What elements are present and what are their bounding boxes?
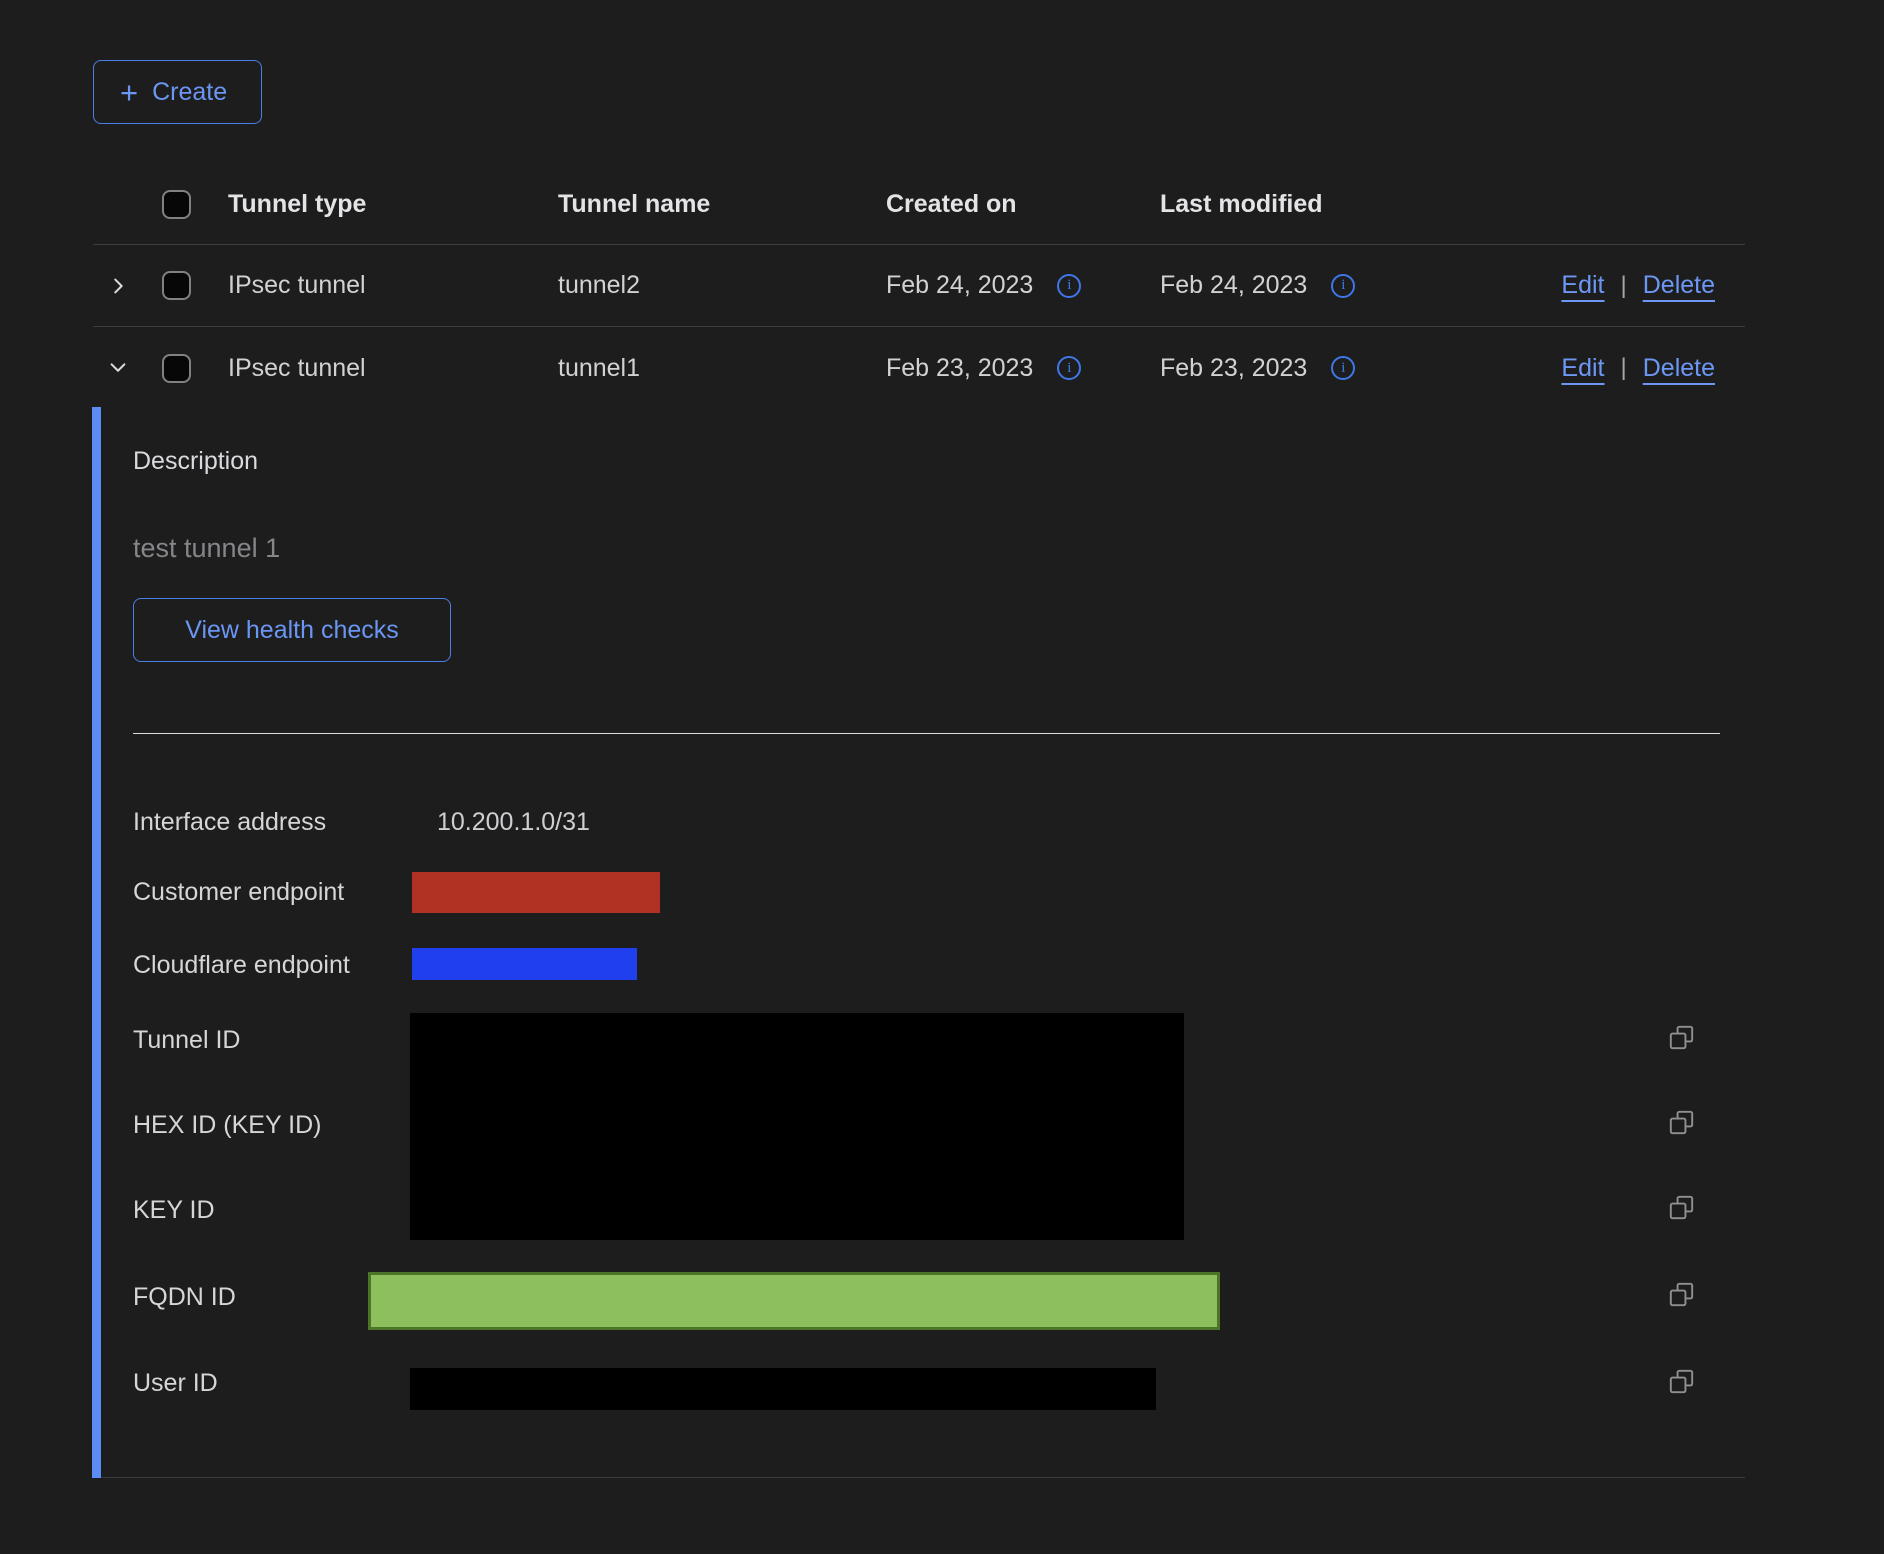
edit-link[interactable]: Edit — [1561, 354, 1604, 383]
action-separator: | — [1621, 354, 1627, 382]
interface-address-label: Interface address — [133, 807, 326, 837]
customer-endpoint-redacted-value — [412, 872, 660, 913]
copy-hex-id-button[interactable] — [1668, 1109, 1695, 1136]
copy-user-id-button[interactable] — [1668, 1368, 1695, 1395]
copy-icon — [1668, 1109, 1695, 1136]
cloudflare-endpoint-redacted-value — [412, 948, 637, 980]
tunnel-id-label: Tunnel ID — [133, 1025, 240, 1055]
cloudflare-endpoint-label: Cloudflare endpoint — [133, 950, 350, 980]
last-modified-cell: Feb 24, 2023 — [1160, 271, 1307, 300]
view-health-checks-button[interactable]: View health checks — [133, 598, 451, 662]
interface-address-value: 10.200.1.0/31 — [437, 807, 590, 837]
col-header-tunnel-type: Tunnel type — [228, 190, 558, 219]
copy-icon — [1668, 1194, 1695, 1221]
description-label: Description — [133, 447, 258, 476]
info-icon[interactable]: i — [1057, 274, 1081, 298]
chevron-down-icon — [107, 357, 129, 379]
create-button-label: Create — [152, 78, 227, 107]
col-header-last-modified: Last modified — [1160, 190, 1548, 219]
ids-redacted-value — [410, 1013, 1184, 1240]
table-row: IPsec tunnel tunnel1 Feb 23, 2023 i Feb … — [93, 327, 1745, 409]
customer-endpoint-label: Customer endpoint — [133, 877, 344, 907]
key-id-label: KEY ID — [133, 1195, 215, 1225]
created-on-cell: Feb 23, 2023 — [886, 354, 1033, 383]
table-row: IPsec tunnel tunnel2 Feb 24, 2023 i Feb … — [93, 245, 1745, 327]
description-value: test tunnel 1 — [133, 533, 280, 564]
select-all-checkbox[interactable] — [162, 190, 191, 219]
tunnel-type-cell: IPsec tunnel — [228, 271, 558, 300]
col-header-tunnel-name: Tunnel name — [558, 190, 886, 219]
created-on-cell: Feb 24, 2023 — [886, 271, 1033, 300]
hex-id-label: HEX ID (KEY ID) — [133, 1110, 321, 1140]
delete-link[interactable]: Delete — [1643, 354, 1715, 383]
action-separator: | — [1621, 272, 1627, 300]
col-header-created-on: Created on — [886, 190, 1160, 219]
row-checkbox[interactable] — [162, 354, 191, 383]
delete-link[interactable]: Delete — [1643, 271, 1715, 300]
collapse-row-button[interactable] — [105, 355, 131, 381]
user-id-label: User ID — [133, 1368, 218, 1398]
tunnels-page: + Create Tunnel type Tunnel name Created… — [0, 0, 1884, 1554]
info-icon[interactable]: i — [1331, 274, 1355, 298]
copy-icon — [1668, 1368, 1695, 1395]
tunnel-name-cell: tunnel1 — [558, 354, 886, 383]
copy-key-id-button[interactable] — [1668, 1194, 1695, 1221]
tunnel-details-panel: Description test tunnel 1 View health ch… — [93, 409, 1745, 1478]
create-button[interactable]: + Create — [93, 60, 262, 124]
chevron-right-icon — [107, 275, 129, 297]
expand-row-button[interactable] — [105, 273, 131, 299]
row-checkbox[interactable] — [162, 271, 191, 300]
tunnels-table: Tunnel type Tunnel name Created on Last … — [93, 150, 1745, 409]
table-header-row: Tunnel type Tunnel name Created on Last … — [93, 150, 1745, 245]
info-icon[interactable]: i — [1331, 356, 1355, 380]
last-modified-cell: Feb 23, 2023 — [1160, 354, 1307, 383]
fqdn-id-label: FQDN ID — [133, 1282, 236, 1312]
tunnel-type-cell: IPsec tunnel — [228, 354, 558, 383]
copy-fqdn-id-button[interactable] — [1668, 1281, 1695, 1308]
section-divider — [133, 733, 1720, 734]
user-id-redacted-value — [410, 1368, 1156, 1410]
fqdn-id-redacted-value — [368, 1272, 1220, 1330]
tunnel-name-cell: tunnel2 — [558, 271, 886, 300]
copy-icon — [1668, 1024, 1695, 1051]
expanded-row-accent-bar — [92, 407, 101, 1478]
info-icon[interactable]: i — [1057, 356, 1081, 380]
copy-icon — [1668, 1281, 1695, 1308]
copy-tunnel-id-button[interactable] — [1668, 1024, 1695, 1051]
edit-link[interactable]: Edit — [1561, 271, 1604, 300]
plus-icon: + — [120, 77, 138, 108]
